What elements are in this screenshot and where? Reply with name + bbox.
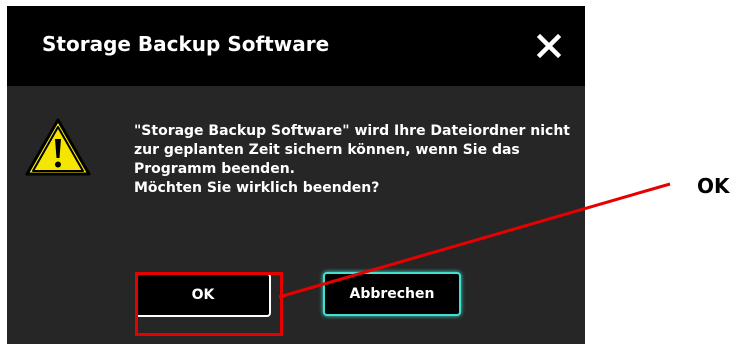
message-line: "Storage Backup Software" wird Ihre Date… [134,123,570,139]
cancel-button[interactable]: Abbrechen [323,272,461,316]
ok-button[interactable]: OK [135,273,271,317]
close-icon[interactable] [529,26,569,66]
message-line: Möchten Sie wirklich beenden? [134,180,380,196]
dialog-title-bar: Storage Backup Software [7,6,585,86]
screenshot-stage: Storage Backup Software "Storage Backup … [0,0,737,344]
dialog-message: "Storage Backup Software" wird Ihre Date… [134,122,574,198]
message-line: Programm beenden. [134,161,295,177]
warning-triangle-icon [23,116,93,178]
dialog-title: Storage Backup Software [42,32,330,56]
callout-label: OK [697,174,730,198]
exit-confirm-dialog: Storage Backup Software "Storage Backup … [7,6,585,344]
message-line: zur geplanten Zeit sichern können, wenn … [134,142,520,158]
